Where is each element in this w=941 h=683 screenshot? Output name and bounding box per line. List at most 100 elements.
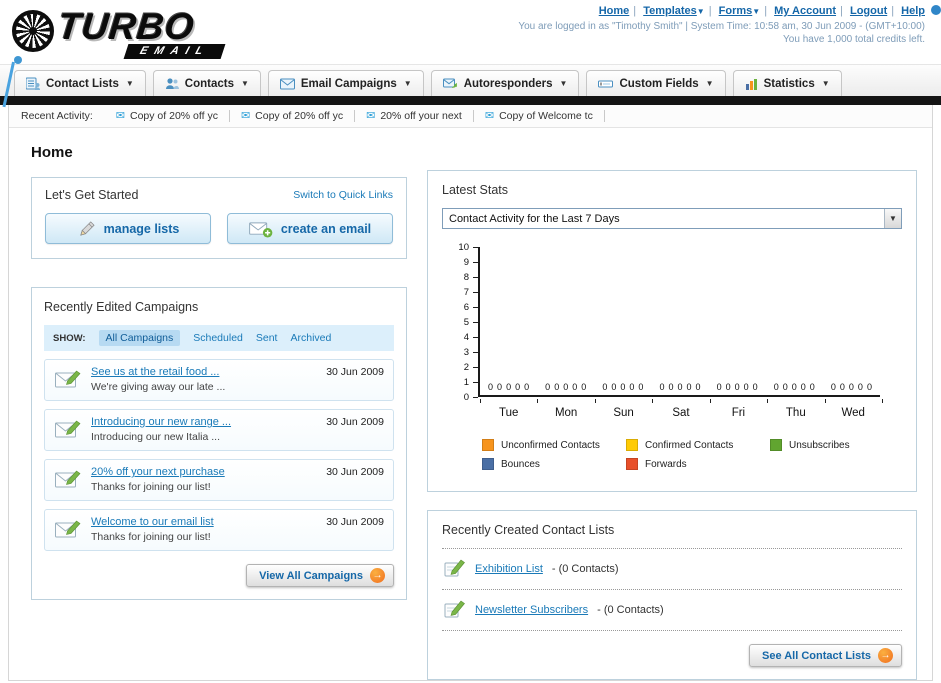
contacts-icon	[165, 78, 179, 89]
chart-bar-group: 00000	[709, 247, 766, 395]
nav-my-account-link[interactable]: My Account	[774, 5, 836, 17]
bar-value-label: 0	[506, 382, 512, 392]
chevron-down-icon: ▼	[403, 79, 412, 88]
chevron-down-icon: ▼	[559, 79, 568, 88]
x-axis-tick	[480, 399, 481, 403]
recent-activity-item[interactable]: ✉ Copy of Welcome tc	[474, 110, 605, 122]
envelope-icon: ✉	[115, 109, 125, 122]
nav-separator: |	[840, 5, 843, 17]
nav-divider-bar	[0, 96, 941, 105]
tab-email-campaigns[interactable]: Email Campaigns ▼	[267, 70, 424, 96]
activity-item-text: Copy of Welcome tc	[499, 110, 593, 122]
filter-all-campaigns[interactable]: All Campaigns	[98, 330, 181, 346]
antenna-dot-graphic	[14, 56, 22, 64]
campaign-subtitle: Thanks for joining our list!	[91, 481, 211, 493]
get-started-title: Let's Get Started	[45, 188, 139, 202]
credits-info: You have 1,000 total credits left.	[783, 34, 925, 45]
tab-label: Email Campaigns	[300, 77, 397, 90]
chart-legend: Unconfirmed Contacts Confirmed Contacts Un…	[482, 439, 922, 477]
manage-lists-button[interactable]: manage lists	[45, 213, 211, 244]
tab-contact-lists[interactable]: Contact Lists ▼	[14, 70, 146, 96]
y-axis-label: 7	[463, 287, 469, 298]
bar-value-label: 0	[515, 382, 521, 392]
bar-value-label: 0	[572, 382, 578, 392]
bar-value-label: 0	[620, 382, 626, 392]
show-label: SHOW:	[53, 332, 86, 344]
filter-sent[interactable]: Sent	[256, 332, 278, 344]
bar-value-label: 0	[782, 382, 788, 392]
campaign-title-link[interactable]: 20% off your next purchase	[91, 466, 317, 478]
email-campaigns-icon	[279, 78, 295, 89]
y-axis-label: 9	[463, 257, 469, 268]
get-started-panel: Let's Get Started Switch to Quick Links …	[31, 177, 407, 259]
stats-period-dropdown[interactable]: Contact Activity for the Last 7 Days ▼	[442, 208, 902, 229]
nav-separator: |	[891, 5, 895, 17]
campaign-title-link[interactable]: See us at the retail food ...	[91, 366, 317, 378]
latest-stats-title: Latest Stats	[442, 183, 509, 197]
content-frame: Recent Activity: ✉ Copy of 20% off yc ✉ Co…	[8, 105, 933, 681]
recent-activity-item[interactable]: ✉ 20% off your next	[355, 110, 474, 122]
create-email-label: create an email	[280, 221, 372, 236]
see-all-contact-lists-button[interactable]: See All Contact Lists →	[748, 644, 902, 667]
nav-forms-link[interactable]: Forms	[719, 5, 753, 17]
bar-value-label: 0	[554, 382, 560, 392]
bar-value-label: 0	[830, 382, 836, 392]
y-axis-label: 5	[463, 317, 469, 328]
chevron-down-icon: ▼	[884, 209, 901, 228]
tab-custom-fields[interactable]: Custom Fields ▼	[586, 70, 726, 96]
tab-autoresponders[interactable]: Autoresponders ▼	[430, 70, 580, 96]
legend-entry: Forwards	[626, 458, 770, 470]
legend-entry: Unsubscribes	[770, 439, 914, 451]
tab-label: Custom Fields	[619, 77, 699, 90]
campaign-title-link[interactable]: Introducing our new range ...	[91, 416, 317, 428]
stats-period-selected: Contact Activity for the Last 7 Days	[449, 212, 620, 225]
edit-campaign-icon	[54, 466, 82, 494]
filter-archived[interactable]: Archived	[290, 332, 331, 344]
chart-bar-group: 00000	[594, 247, 651, 395]
activity-item-text: 20% off your next	[380, 110, 462, 122]
legend-swatch	[482, 439, 494, 451]
pencil-icon	[79, 221, 95, 236]
header-meta: Home | Templates▼ | Forms▼ | My Account | Lo…	[518, 5, 925, 45]
nav-templates-link[interactable]: Templates	[643, 5, 697, 17]
x-axis-label: Sat	[672, 407, 690, 419]
campaign-subtitle: Thanks for joining our list!	[91, 531, 211, 543]
bar-value-label: 0	[734, 382, 740, 392]
recent-activity-item[interactable]: ✉ Copy of 20% off yc	[230, 110, 356, 122]
login-info: You are logged in as "Timothy Smith" | S…	[518, 21, 925, 32]
edit-campaign-icon	[54, 416, 82, 444]
chevron-down-icon: ▼	[240, 79, 249, 88]
campaign-title-link[interactable]: Welcome to our email list	[91, 516, 317, 528]
envelope-plus-icon	[248, 221, 273, 238]
edit-campaign-icon	[54, 366, 82, 394]
x-axis-label: Tue	[499, 407, 519, 419]
bar-value-label: 0	[743, 382, 749, 392]
x-axis-label: Thu	[785, 407, 806, 419]
contact-list-name-link[interactable]: Exhibition List	[475, 563, 543, 575]
logo-subtitle: EMAIL	[123, 44, 226, 59]
manage-lists-label: manage lists	[103, 221, 180, 236]
filter-scheduled[interactable]: Scheduled	[193, 332, 243, 344]
autoresponders-icon	[442, 78, 457, 88]
tab-statistics[interactable]: Statistics ▼	[732, 70, 842, 96]
legend-entry: Bounces	[482, 458, 626, 470]
right-column: Latest Stats Contact Activity for the La…	[427, 170, 917, 680]
chart-plot-area: 00000000000000000000000000000000000	[478, 247, 880, 397]
envelope-icon: ✉	[484, 109, 495, 122]
campaign-filter-bar: SHOW: All Campaigns Scheduled Sent Archi…	[44, 325, 394, 351]
nav-home-link[interactable]: Home	[599, 5, 630, 17]
custom-fields-icon	[598, 80, 614, 87]
campaign-subtitle: Introducing our new Italia ...	[91, 431, 220, 443]
see-all-contact-lists-label: See All Contact Lists	[761, 649, 871, 662]
create-email-button[interactable]: create an email	[227, 213, 393, 244]
x-axis-tick	[767, 399, 769, 403]
logo-title: TURBO	[55, 6, 197, 47]
recent-activity-item[interactable]: ✉ Copy of 20% off yc	[105, 110, 230, 122]
switch-quick-links-link[interactable]: Switch to Quick Links	[293, 189, 393, 201]
nav-logout-link[interactable]: Logout	[850, 5, 887, 17]
nav-help-link[interactable]: Help	[901, 5, 925, 17]
view-all-campaigns-button[interactable]: View All Campaigns →	[246, 564, 394, 587]
edit-list-icon	[444, 599, 466, 621]
tab-contacts[interactable]: Contacts ▼	[152, 70, 261, 96]
contact-list-name-link[interactable]: Newsletter Subscribers	[475, 604, 588, 616]
